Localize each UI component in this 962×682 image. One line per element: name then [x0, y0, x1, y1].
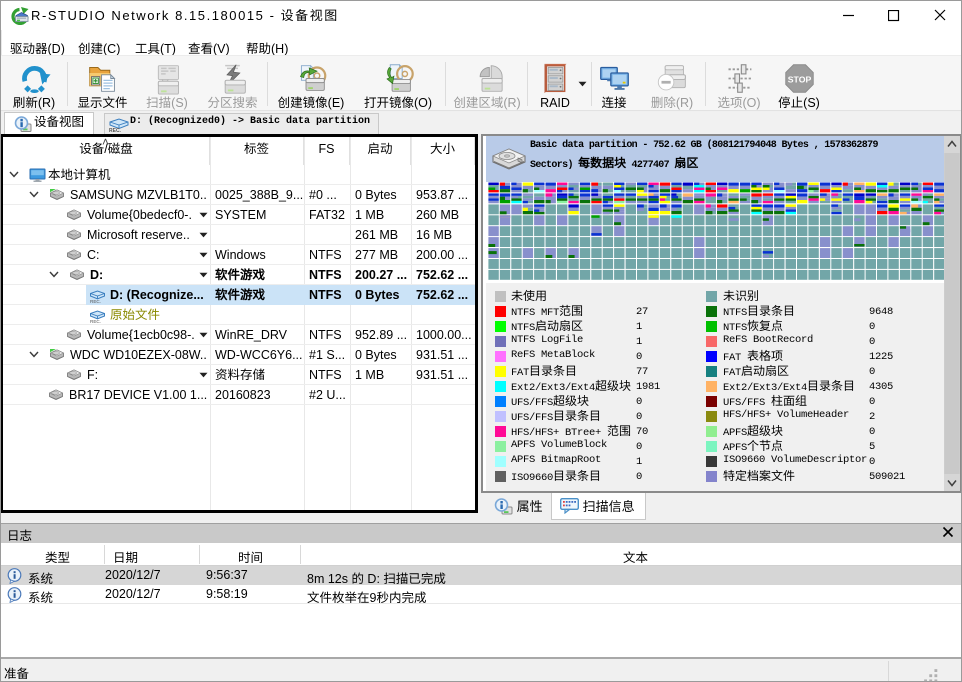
svg-text:REC.: REC. — [90, 299, 101, 303]
svg-text:STOP: STOP — [787, 75, 811, 85]
svg-text:REC.: REC. — [109, 128, 122, 132]
svg-text:REC.: REC. — [90, 319, 101, 323]
